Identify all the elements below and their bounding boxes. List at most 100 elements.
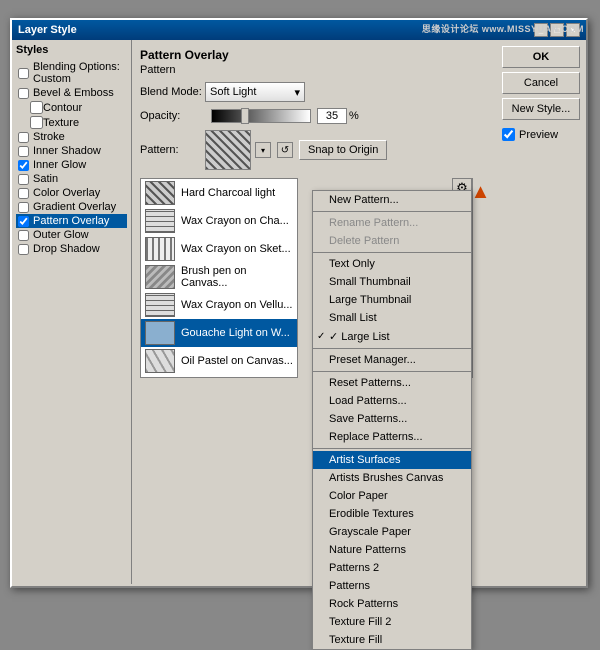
menu-new-pattern[interactable]: New Pattern... xyxy=(313,191,471,209)
menu-small-list[interactable]: Small List xyxy=(313,309,471,327)
gradient-overlay-checkbox[interactable] xyxy=(18,202,29,213)
pattern-name: Hard Charcoal light xyxy=(181,187,275,199)
menu-erodible-textures[interactable]: Erodible Textures xyxy=(313,505,471,523)
style-drop-shadow[interactable]: Drop Shadow xyxy=(16,242,127,256)
list-item[interactable]: Wax Crayon on Vellu... xyxy=(141,291,297,319)
cancel-button[interactable]: Cancel xyxy=(502,72,580,94)
list-item[interactable]: Hard Charcoal light xyxy=(141,179,297,207)
color-overlay-checkbox[interactable] xyxy=(18,188,29,199)
preview-row: Preview xyxy=(502,128,580,141)
pattern-label: Pattern: xyxy=(140,144,205,156)
section-header: Pattern Overlay xyxy=(140,48,488,62)
menu-large-list[interactable]: ✓ Large List xyxy=(313,327,471,346)
menu-delete-pattern: Delete Pattern xyxy=(313,232,471,250)
pattern-name: Gouache Light on W... xyxy=(181,327,290,339)
pattern-overlay-checkbox[interactable] xyxy=(18,216,29,227)
dialog-title: Layer Style xyxy=(18,24,77,36)
style-contour[interactable]: Contour xyxy=(16,100,127,115)
blend-mode-label: Blend Mode: xyxy=(140,86,205,98)
satin-checkbox[interactable] xyxy=(18,174,29,185)
style-inner-shadow[interactable]: Inner Shadow xyxy=(16,144,127,158)
list-item[interactable]: Wax Crayon on Cha... xyxy=(141,207,297,235)
menu-replace-patterns[interactable]: Replace Patterns... xyxy=(313,428,471,446)
menu-separator xyxy=(313,252,471,253)
style-stroke[interactable]: Stroke xyxy=(16,130,127,144)
style-bevel-emboss[interactable]: Bevel & Emboss xyxy=(16,86,127,100)
inner-glow-checkbox[interactable] xyxy=(18,160,29,171)
dialog-body: Styles Blending Options: Custom Bevel & … xyxy=(12,40,586,584)
style-pattern-overlay[interactable]: Pattern Overlay xyxy=(16,214,127,228)
menu-grayscale-paper[interactable]: Grayscale Paper xyxy=(313,523,471,541)
opacity-slider-thumb[interactable] xyxy=(241,108,249,124)
pattern-name: Oil Pastel on Canvas... xyxy=(181,355,293,367)
menu-nature-patterns[interactable]: Nature Patterns xyxy=(313,541,471,559)
drop-shadow-checkbox[interactable] xyxy=(18,244,29,255)
opacity-input[interactable] xyxy=(317,108,347,124)
context-menu: New Pattern... Rename Pattern... Delete … xyxy=(312,190,472,650)
menu-save-patterns[interactable]: Save Patterns... xyxy=(313,410,471,428)
ok-button[interactable]: OK xyxy=(502,46,580,68)
menu-texture-fill[interactable]: Texture Fill xyxy=(313,631,471,649)
pattern-name: Wax Crayon on Cha... xyxy=(181,215,289,227)
pattern-name: Wax Crayon on Vellu... xyxy=(181,299,292,311)
right-panel: OK Cancel New Style... Preview xyxy=(496,40,586,584)
opacity-slider[interactable] xyxy=(211,109,311,123)
menu-texture-fill-2[interactable]: Texture Fill 2 xyxy=(313,613,471,631)
texture-checkbox[interactable] xyxy=(30,116,43,129)
blend-mode-dropdown-icon: ▾ xyxy=(294,86,300,99)
menu-small-thumbnail[interactable]: Small Thumbnail xyxy=(313,273,471,291)
pattern-thumb xyxy=(145,209,175,233)
style-color-overlay[interactable]: Color Overlay xyxy=(16,186,127,200)
list-item[interactable]: Oil Pastel on Canvas... xyxy=(141,347,297,375)
blend-mode-select[interactable]: Soft Light ▾ xyxy=(205,82,305,102)
opacity-unit: % xyxy=(349,110,359,122)
menu-color-paper[interactable]: Color Paper xyxy=(313,487,471,505)
menu-artist-surfaces[interactable]: Artist Surfaces xyxy=(313,451,471,469)
style-inner-glow[interactable]: Inner Glow xyxy=(16,158,127,172)
blend-mode-row: Blend Mode: Soft Light ▾ xyxy=(140,82,488,102)
outer-glow-checkbox[interactable] xyxy=(18,230,29,241)
menu-text-only[interactable]: Text Only xyxy=(313,255,471,273)
style-texture[interactable]: Texture xyxy=(16,115,127,130)
menu-rock-patterns[interactable]: Rock Patterns xyxy=(313,595,471,613)
opacity-row: Opacity: % xyxy=(140,108,488,124)
menu-rename-pattern: Rename Pattern... xyxy=(313,214,471,232)
menu-patterns[interactable]: Patterns xyxy=(313,577,471,595)
pattern-name: Brush pen on Canvas... xyxy=(181,265,293,289)
pattern-thumb xyxy=(145,181,175,205)
menu-separator xyxy=(313,211,471,212)
style-gradient-overlay[interactable]: Gradient Overlay xyxy=(16,200,127,214)
stroke-checkbox[interactable] xyxy=(18,132,29,143)
pattern-name: Wax Crayon on Sket... xyxy=(181,243,291,255)
scroll-arrow[interactable]: ▲ xyxy=(472,178,488,378)
style-outer-glow[interactable]: Outer Glow xyxy=(16,228,127,242)
menu-separator xyxy=(313,448,471,449)
pattern-dropdown-arrow[interactable]: ▾ xyxy=(255,142,271,158)
snap-to-origin-button[interactable]: Snap to Origin xyxy=(299,140,387,160)
menu-preset-manager[interactable]: Preset Manager... xyxy=(313,351,471,369)
menu-patterns-2[interactable]: Patterns 2 xyxy=(313,559,471,577)
menu-artists-brushes[interactable]: Artists Brushes Canvas xyxy=(313,469,471,487)
pattern-row: Pattern: ▾ ↺ Snap to Origin xyxy=(140,130,488,170)
menu-load-patterns[interactable]: Load Patterns... xyxy=(313,392,471,410)
style-satin[interactable]: Satin xyxy=(16,172,127,186)
list-item[interactable]: Wax Crayon on Sket... xyxy=(141,235,297,263)
contour-checkbox[interactable] xyxy=(30,101,43,114)
opacity-label: Opacity: xyxy=(140,110,205,122)
preview-checkbox[interactable] xyxy=(502,128,515,141)
style-blending-options[interactable]: Blending Options: Custom xyxy=(16,60,127,86)
up-arrow-icon: ▲ xyxy=(471,182,491,202)
bevel-emboss-checkbox[interactable] xyxy=(18,88,29,99)
inner-shadow-checkbox[interactable] xyxy=(18,146,29,157)
new-style-button[interactable]: New Style... xyxy=(502,98,580,120)
menu-reset-patterns[interactable]: Reset Patterns... xyxy=(313,374,471,392)
pattern-list-box[interactable]: Hard Charcoal light Wax Crayon on Cha...… xyxy=(140,178,298,378)
pattern-preview-thumb xyxy=(205,130,251,170)
menu-separator xyxy=(313,348,471,349)
pattern-reset-icon[interactable]: ↺ xyxy=(277,142,293,158)
blending-options-checkbox[interactable] xyxy=(18,68,29,79)
menu-separator xyxy=(313,371,471,372)
list-item[interactable]: Brush pen on Canvas... xyxy=(141,263,297,291)
menu-large-thumbnail[interactable]: Large Thumbnail xyxy=(313,291,471,309)
list-item-selected[interactable]: Gouache Light on W... xyxy=(141,319,297,347)
